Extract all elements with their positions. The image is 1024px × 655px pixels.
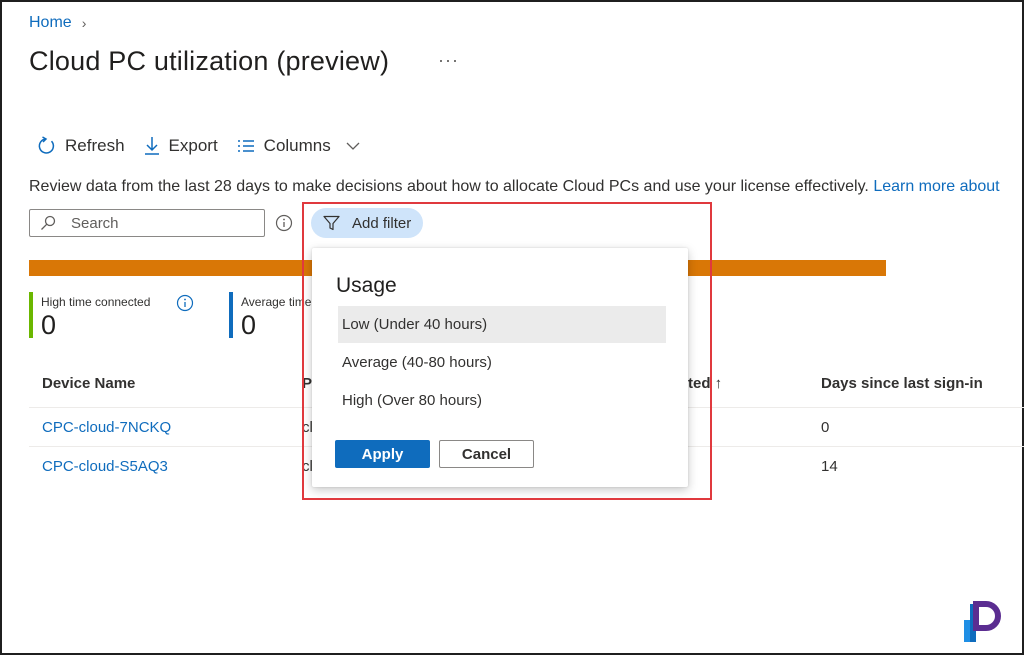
column-header-device-name[interactable]: Device Name [42,375,135,392]
info-text: Review data from the last 28 days to mak… [29,178,874,195]
columns-button[interactable]: Columns [237,136,360,156]
chevron-down-icon [346,142,360,150]
device-name-link[interactable]: CPC-cloud-7NCKQ [42,419,171,436]
days-since-sign-in-cell: 14 [821,458,838,475]
learn-more-link[interactable]: Learn more about [873,178,999,195]
breadcrumb: Home › [29,14,86,32]
more-options-button[interactable]: ··· [438,50,459,71]
brand-logo-icon [964,601,1001,642]
stat-color-bar [29,292,33,338]
search-icon [41,215,56,230]
refresh-button[interactable]: Refresh [36,136,125,156]
breadcrumb-home-link[interactable]: Home [29,14,72,32]
days-since-sign-in-cell: 0 [821,419,830,436]
highlight-box [302,202,712,500]
info-description: Review data from the last 28 days to mak… [29,178,1000,196]
info-icon[interactable] [275,214,293,232]
stat-high-time-connected: High time connected 0 [29,292,150,341]
command-bar: Refresh Export Columns [36,136,379,156]
search-box[interactable] [29,209,265,237]
columns-list-icon [237,140,254,152]
search-input[interactable] [71,214,241,232]
export-button[interactable]: Export [144,136,218,156]
stat-value: 0 [41,310,57,340]
app-frame: Home › Cloud PC utilization (preview) ··… [0,0,1024,655]
stat-label: High time connected [41,295,151,309]
export-label: Export [168,136,218,155]
download-icon [144,137,159,155]
refresh-icon [38,136,55,154]
page-title: Cloud PC utilization (preview) [29,46,390,76]
chevron-right-icon: › [81,15,87,31]
stat-color-bar [229,292,233,338]
columns-label: Columns [263,136,331,155]
column-header-days-since-sign-in[interactable]: Days since last sign-in [821,375,983,392]
device-name-link[interactable]: CPC-cloud-S5AQ3 [42,458,168,475]
stat-average-time: Average time 0 [229,292,311,341]
refresh-label: Refresh [65,136,125,155]
info-icon[interactable] [176,294,194,312]
stat-value: 0 [241,310,257,340]
stat-label: Average time [241,295,312,309]
